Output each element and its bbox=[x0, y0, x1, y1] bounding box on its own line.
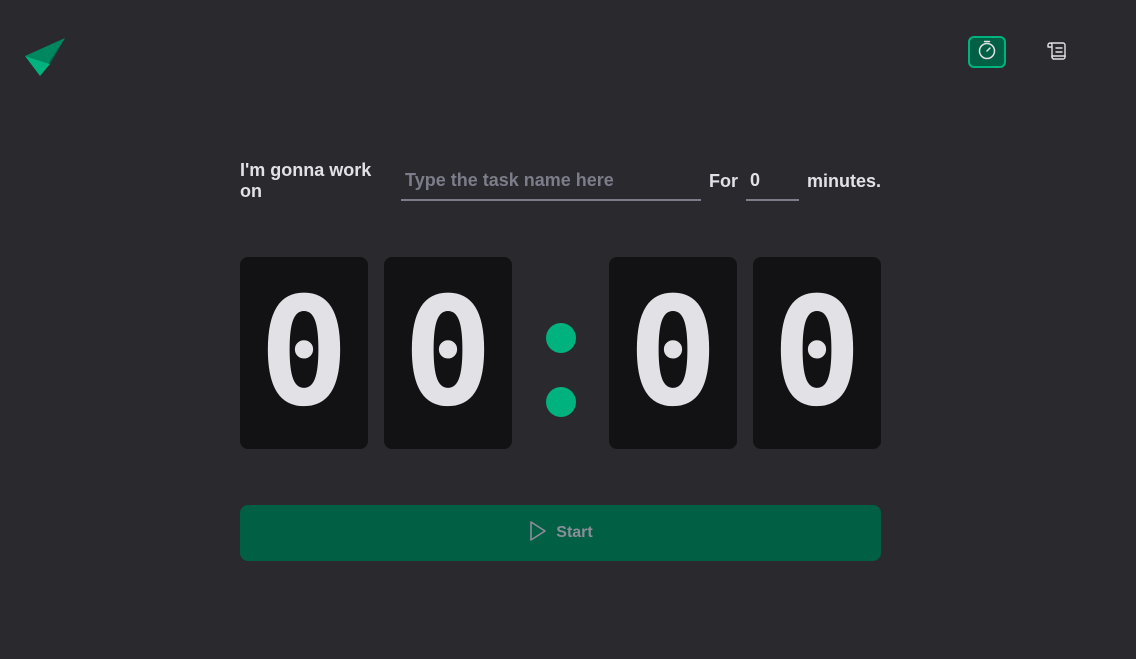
task-prefix-label: I'm gonna work on bbox=[240, 160, 372, 201]
seconds-tens-digit: 0 bbox=[609, 257, 737, 449]
minutes-tens-digit: 0 bbox=[240, 257, 368, 449]
countdown-separator bbox=[546, 257, 576, 449]
minutes-ones-digit: 0 bbox=[384, 257, 512, 449]
separator-dot-top bbox=[546, 323, 576, 353]
for-label: For bbox=[708, 170, 738, 191]
timer-icon bbox=[976, 39, 998, 66]
scroll-icon bbox=[1046, 39, 1068, 66]
start-button-label: Start bbox=[556, 524, 593, 541]
start-button[interactable]: Start bbox=[240, 505, 881, 561]
logo-icon bbox=[24, 36, 66, 78]
separator-dot-bottom bbox=[546, 387, 576, 417]
countdown-display: 0 0 0 0 bbox=[240, 257, 881, 449]
minutes-amount-input[interactable] bbox=[745, 161, 799, 201]
header-nav bbox=[968, 36, 1076, 68]
seconds-ones-digit: 0 bbox=[753, 257, 881, 449]
play-icon bbox=[528, 520, 548, 547]
minutes-suffix-label: minutes. bbox=[806, 170, 881, 191]
nav-timer-button[interactable] bbox=[968, 36, 1006, 68]
nav-history-button[interactable] bbox=[1038, 36, 1076, 68]
task-name-input[interactable] bbox=[401, 161, 701, 201]
task-form: I'm gonna work on For minutes. bbox=[240, 160, 881, 202]
